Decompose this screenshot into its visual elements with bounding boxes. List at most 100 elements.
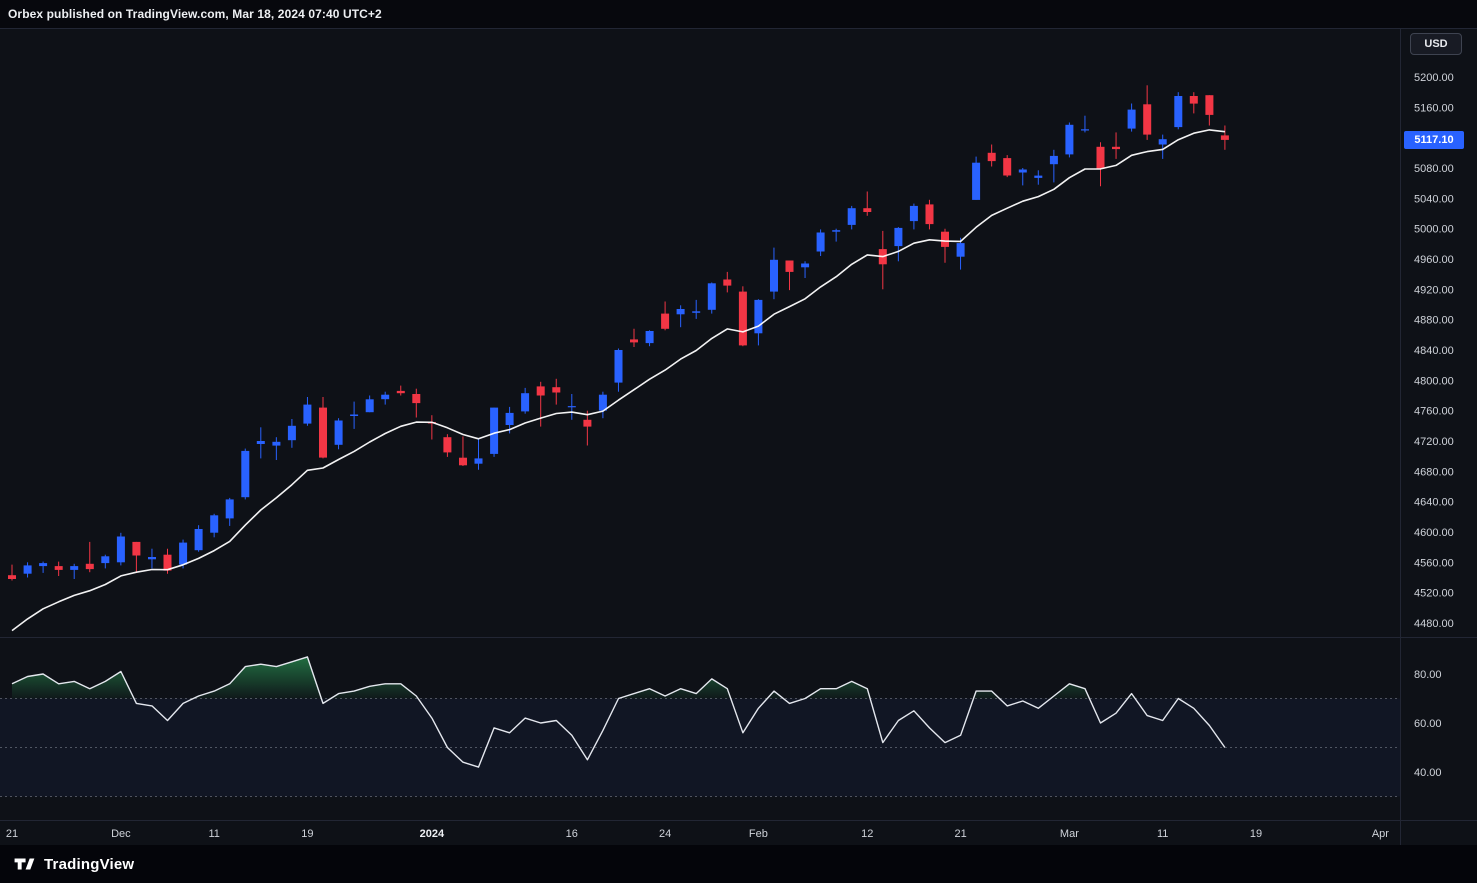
candle xyxy=(692,311,701,313)
price-tick-label: 4960.00 xyxy=(1414,254,1454,266)
price-tick-label: 5080.00 xyxy=(1414,163,1454,175)
time-axis[interactable]: 21 Dec 11 19 2024 16 24 Feb 12 21 Mar 11 19 Apr xyxy=(6,828,1389,840)
candle xyxy=(770,259,778,292)
candle xyxy=(210,515,219,533)
rsi-pane[interactable] xyxy=(0,656,1400,797)
candle xyxy=(1049,155,1058,165)
candle xyxy=(70,566,79,570)
tradingview-wordmark[interactable]: TradingView xyxy=(44,856,134,873)
candle xyxy=(583,419,592,427)
candle xyxy=(754,299,763,334)
candle xyxy=(1081,129,1089,131)
candle xyxy=(1096,146,1105,169)
time-tick-label: 19 xyxy=(1250,828,1262,840)
time-tick-label: Apr xyxy=(1372,828,1389,840)
time-tick-label: 21 xyxy=(954,828,966,840)
candle xyxy=(1205,95,1214,115)
attribution-text: Orbex published on TradingView.com, Mar … xyxy=(8,7,382,21)
candle xyxy=(459,457,467,466)
candle xyxy=(894,227,903,247)
chart-canvas[interactable]: 5200.005160.005120.005080.005040.005000.… xyxy=(0,28,1477,845)
candle xyxy=(412,394,421,404)
tradingview-logo[interactable] xyxy=(13,853,35,875)
candle xyxy=(1018,169,1027,173)
candle xyxy=(676,309,685,315)
price-tick-label: 4800.00 xyxy=(1414,375,1454,387)
candle xyxy=(956,243,965,257)
time-tick-label: Mar xyxy=(1060,828,1079,840)
price-tick-label: 5000.00 xyxy=(1414,224,1454,236)
time-tick-label: 21 xyxy=(6,828,18,840)
price-tick-label: 4880.00 xyxy=(1414,315,1454,327)
candle xyxy=(54,566,63,570)
rsi-tick-label: 80.00 xyxy=(1414,669,1442,681)
candle xyxy=(987,152,996,162)
candle xyxy=(194,529,203,551)
price-tick-label: 5040.00 xyxy=(1414,193,1454,205)
candle xyxy=(256,441,265,444)
candle xyxy=(785,260,794,272)
candle xyxy=(1034,175,1043,178)
candle xyxy=(505,412,514,425)
candle xyxy=(272,441,281,446)
price-pane[interactable] xyxy=(8,85,1229,632)
last-price-badge: 5117.10 xyxy=(1404,131,1464,149)
price-tick-label: 4480.00 xyxy=(1414,618,1454,630)
time-tick-label: 11 xyxy=(208,828,219,840)
candle xyxy=(1174,96,1183,128)
candle xyxy=(1127,109,1136,129)
candle xyxy=(85,563,94,570)
candle xyxy=(1003,158,1012,176)
candle xyxy=(396,390,405,394)
candle xyxy=(630,339,638,343)
time-tick-label: 24 xyxy=(659,828,671,840)
candle xyxy=(1112,146,1120,150)
candle xyxy=(365,399,374,413)
price-tick-label: 4720.00 xyxy=(1414,436,1454,448)
candle xyxy=(614,350,623,383)
price-tick-label: 4760.00 xyxy=(1414,406,1454,418)
candle xyxy=(816,232,825,252)
candle xyxy=(101,556,110,564)
candle xyxy=(847,208,856,225)
candle xyxy=(1220,135,1229,140)
time-tick-label: Dec xyxy=(111,828,131,840)
time-tick-label: Feb xyxy=(749,828,768,840)
price-tick-label: 5160.00 xyxy=(1414,102,1454,114)
currency-toggle-button[interactable]: USD xyxy=(1410,33,1462,55)
candle xyxy=(536,386,545,396)
candle xyxy=(490,407,499,454)
candle xyxy=(303,404,312,424)
price-tick-label: 4520.00 xyxy=(1414,588,1454,600)
candle xyxy=(738,291,747,346)
candle xyxy=(925,204,934,225)
time-tick-label: 11 xyxy=(1157,828,1168,840)
candle xyxy=(1189,96,1198,104)
footer-bar: TradingView xyxy=(0,845,1477,883)
price-axis[interactable]: 5200.005160.005120.005080.005040.005000.… xyxy=(1414,72,1454,779)
candle xyxy=(801,263,810,268)
candle xyxy=(661,313,670,329)
price-tick-label: 4920.00 xyxy=(1414,284,1454,296)
candle xyxy=(972,162,981,200)
time-tick-label: 2024 xyxy=(420,828,445,840)
rsi-tick-label: 60.00 xyxy=(1414,718,1442,730)
candle xyxy=(132,541,141,556)
time-tick-label: 19 xyxy=(301,828,313,840)
candle xyxy=(707,283,716,310)
candle xyxy=(116,536,125,563)
candle xyxy=(23,565,32,574)
candle xyxy=(941,231,949,247)
candle xyxy=(474,458,483,464)
chart-area[interactable]: 5200.005160.005120.005080.005040.005000.… xyxy=(0,28,1477,845)
candle xyxy=(381,394,390,400)
candle xyxy=(39,563,48,567)
price-tick-label: 4600.00 xyxy=(1414,527,1454,539)
candle xyxy=(241,450,250,498)
candle xyxy=(567,406,576,408)
candle xyxy=(225,499,234,519)
candle xyxy=(863,208,872,212)
candle xyxy=(909,205,918,222)
candle xyxy=(832,230,841,232)
attribution-bar: Orbex published on TradingView.com, Mar … xyxy=(0,0,1477,28)
